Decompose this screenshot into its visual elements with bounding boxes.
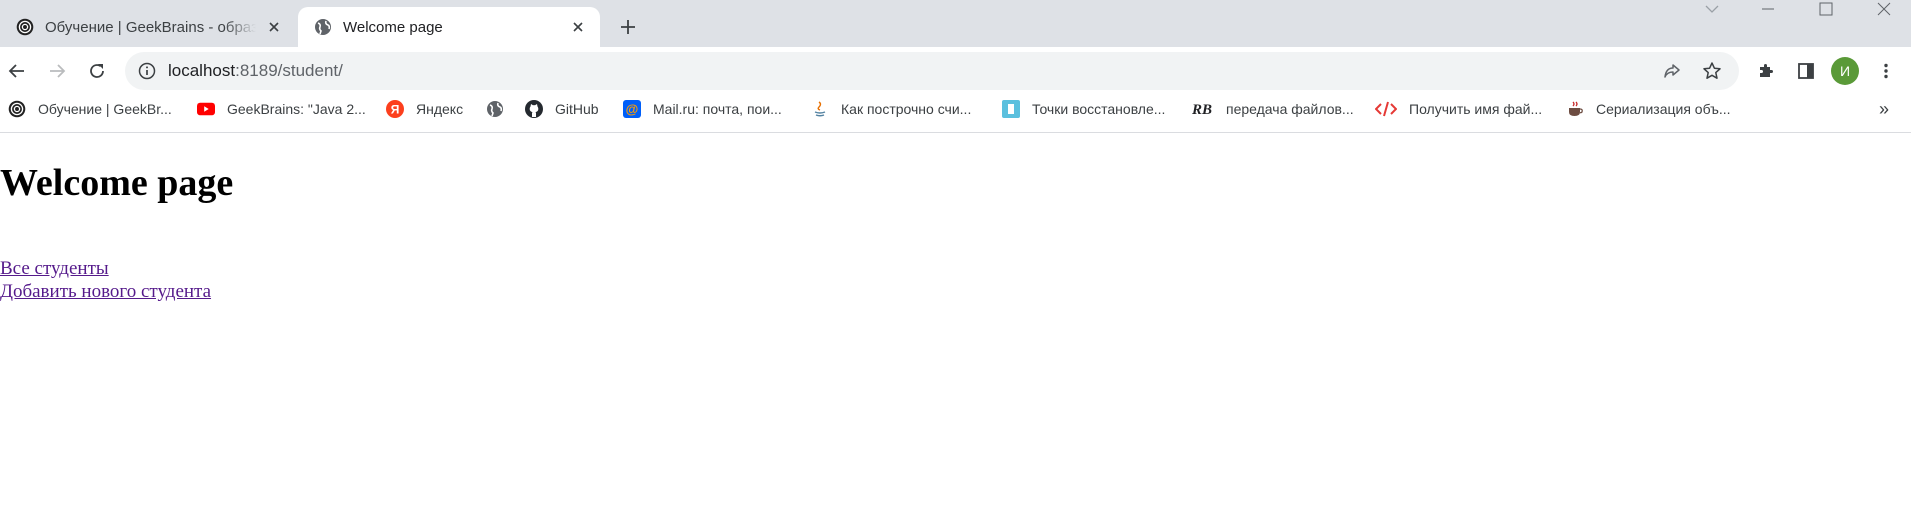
bookmark-label: Сериализация объ... — [1596, 101, 1731, 117]
bookmark-recovery[interactable]: Точки восстановле... — [1002, 94, 1165, 124]
bookmark-star-icon[interactable] — [1699, 58, 1725, 84]
extensions-icon[interactable] — [1751, 56, 1781, 86]
bookmark-globe[interactable] — [486, 94, 504, 124]
tab-title: Обучение | GeekBrains - образовательный … — [45, 18, 256, 36]
mailru-icon: @ — [623, 100, 641, 118]
bookmarks-bar: Обучение | GeekBr... GeekBrains: "Java 2… — [0, 94, 1911, 133]
close-tab-icon[interactable] — [264, 17, 284, 37]
geekbrains-icon — [15, 17, 35, 37]
yandex-icon: Я — [386, 100, 404, 118]
bookmark-icon — [1002, 100, 1020, 118]
svg-text:Я: Я — [391, 103, 400, 117]
github-icon — [525, 100, 543, 118]
java-cup-icon — [1566, 100, 1584, 118]
forward-button[interactable] — [42, 56, 72, 86]
code-icon — [1375, 100, 1397, 118]
more-bookmarks-button[interactable]: » — [1872, 94, 1896, 124]
bookmark-java[interactable]: Как построчно счи... — [811, 94, 971, 124]
bookmark-github[interactable]: GitHub — [525, 94, 599, 124]
toolbar: localhost:8189/student/ И — [0, 47, 1911, 94]
bookmark-serialization[interactable]: Сериализация объ... — [1566, 94, 1731, 124]
bookmark-youtube[interactable]: GeekBrains: "Java 2... — [197, 94, 366, 124]
bookmark-yandex[interactable]: Я Яндекс — [386, 94, 463, 124]
student-links: Все студенты Добавить нового студента — [0, 257, 211, 303]
java-icon — [811, 100, 829, 118]
all-students-link[interactable]: Все студенты — [0, 257, 211, 280]
rb-icon: RB — [1192, 100, 1214, 118]
bookmark-label: GeekBrains: "Java 2... — [227, 101, 366, 117]
menu-dots-icon[interactable] — [1871, 56, 1901, 86]
bookmark-label: Обучение | GeekBr... — [38, 101, 172, 117]
side-panel-icon[interactable] — [1791, 56, 1821, 86]
tab-welcome-page[interactable]: Welcome page — [298, 7, 600, 47]
share-icon[interactable] — [1659, 58, 1685, 84]
new-tab-button[interactable] — [614, 13, 642, 41]
tab-title: Welcome page — [343, 18, 443, 36]
bookmark-get-file-name[interactable]: Получить имя фай... — [1375, 94, 1542, 124]
globe-icon — [486, 100, 504, 118]
bookmark-geekbrains[interactable]: Обучение | GeekBr... — [8, 94, 172, 124]
maximize-icon[interactable] — [1802, 0, 1850, 18]
page-title: Welcome page — [0, 162, 234, 204]
bookmark-label: Mail.ru: почта, пои... — [653, 101, 782, 117]
bookmark-label: Точки восстановле... — [1032, 101, 1166, 117]
url-host: localhost — [168, 61, 236, 80]
add-student-link[interactable]: Добавить нового студента — [0, 280, 211, 303]
site-info-icon[interactable] — [137, 61, 157, 81]
bookmark-label: Получить имя фай... — [1409, 101, 1543, 117]
url-path: :8189/student/ — [235, 61, 343, 80]
bookmark-label: Яндекс — [416, 101, 464, 117]
svg-text:@: @ — [626, 102, 639, 117]
url-text[interactable]: localhost:8189/student/ — [168, 52, 343, 90]
reload-button[interactable] — [82, 56, 112, 86]
svg-text:RB: RB — [1192, 102, 1212, 118]
close-window-icon[interactable] — [1860, 0, 1908, 18]
bookmark-label: передача файлов... — [1226, 101, 1354, 117]
geekbrains-icon — [8, 100, 26, 118]
bookmark-label: GitHub — [555, 101, 599, 117]
youtube-icon — [197, 100, 215, 118]
minimize-icon[interactable] — [1744, 0, 1792, 18]
bookmark-file-transfer[interactable]: RB передача файлов... — [1192, 94, 1354, 124]
avatar[interactable]: И — [1831, 57, 1859, 85]
bookmark-mailru[interactable]: @ Mail.ru: почта, пои... — [623, 94, 782, 124]
tab-search-icon[interactable] — [1688, 0, 1736, 18]
close-tab-icon[interactable] — [568, 17, 588, 37]
address-bar[interactable]: localhost:8189/student/ — [125, 52, 1739, 90]
page-content: Welcome page Все студенты Добавить новог… — [0, 133, 1911, 513]
tab-geekbrains[interactable]: Обучение | GeekBrains - образовательный … — [0, 7, 296, 47]
browser-chrome: Обучение | GeekBrains - образовательный … — [0, 0, 1911, 133]
tab-strip: Обучение | GeekBrains - образовательный … — [0, 0, 1911, 47]
bookmark-label: Как построчно счи... — [841, 101, 972, 117]
globe-icon — [313, 17, 333, 37]
back-button[interactable] — [2, 56, 32, 86]
